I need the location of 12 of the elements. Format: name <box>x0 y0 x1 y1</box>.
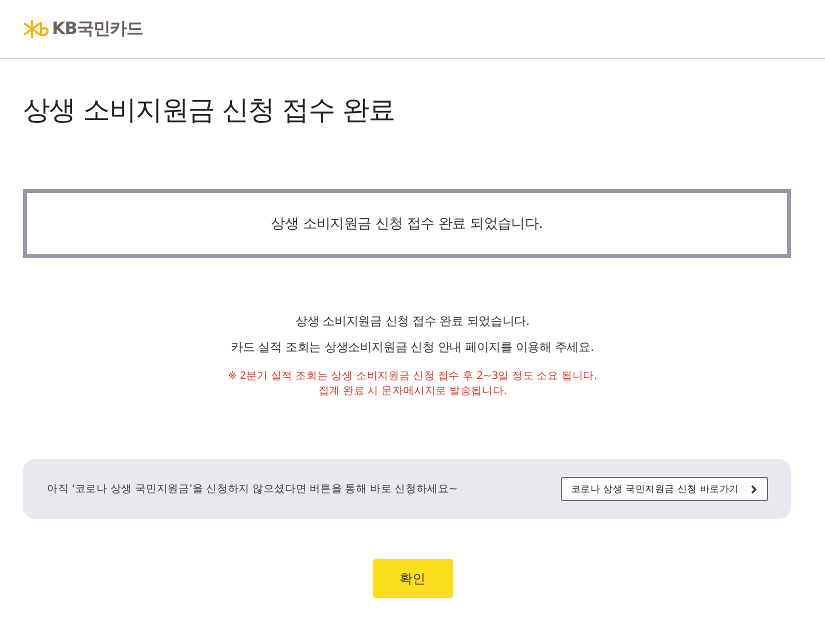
warning-text: 집계 완료 시 문자메시지로 발송됩니다. <box>318 384 507 399</box>
logo-text: KB국민카드 <box>52 20 144 38</box>
star-logo-icon <box>23 20 49 38</box>
confirm-button[interactable]: 확인 <box>372 559 452 598</box>
notice-text: 카드 실적 조회는 상생소비지원금 신청 안내 페이지를 이용해 주세요. <box>231 339 594 355</box>
apply-shortcut-button[interactable]: 코로나 상생 국민지원금 신청 바로가기 <box>560 477 768 501</box>
result-message: 상생 소비지원금 신청 접수 완료 되었습니다. <box>271 214 543 232</box>
chevron-right-icon <box>751 484 757 494</box>
notice-text: 상생 소비지원금 신청 접수 완료 되었습니다. <box>295 313 530 329</box>
page-title: 상생 소비지원금 신청 접수 완료 <box>23 94 396 128</box>
warning-text: ※ 2분기 실적 조회는 상생 소비지원금 신청 접수 후 2~3일 정도 소요 됩니다. <box>228 369 598 384</box>
banner-text: 아직 ‘코로나 상생 국민지원금’을 신청하지 않으셨다면 버튼을 통해 바로 신청하세요~ <box>47 482 458 496</box>
